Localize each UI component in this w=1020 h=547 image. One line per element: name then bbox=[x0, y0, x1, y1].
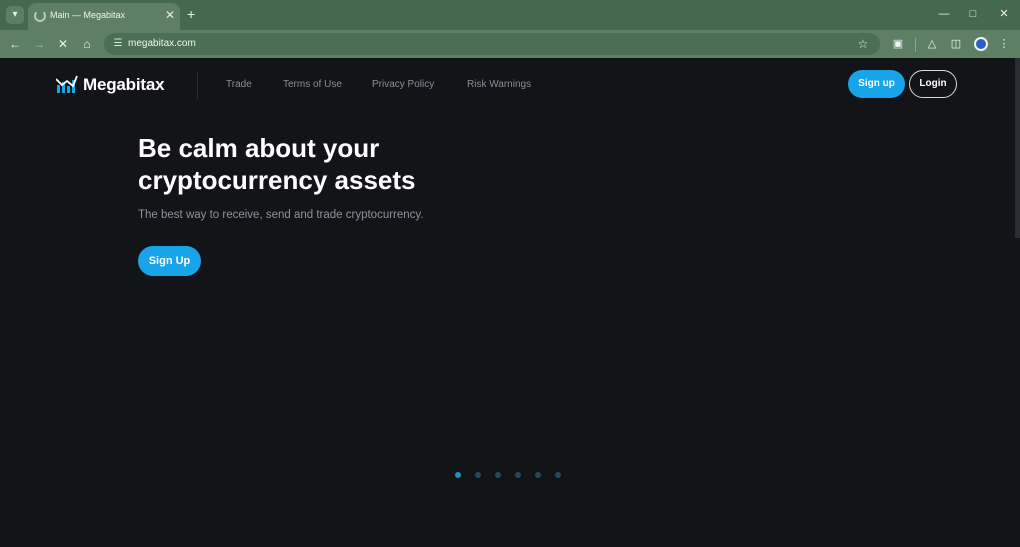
tune-icon[interactable]: ☰ bbox=[110, 36, 126, 52]
hero-signup-button[interactable]: Sign Up bbox=[138, 246, 201, 276]
loading-spinner-icon bbox=[34, 10, 46, 22]
nav-link-trade[interactable]: Trade bbox=[226, 79, 252, 90]
chevron-down-icon[interactable]: ▾ bbox=[6, 6, 24, 24]
more-vertical-icon[interactable]: ⋮ bbox=[995, 35, 1013, 53]
header-signup-button[interactable]: Sign up bbox=[848, 70, 905, 98]
web-page: Megabitax Trade Terms of Use Privacy Pol… bbox=[0, 58, 1020, 547]
close-icon[interactable]: ✕ bbox=[165, 9, 175, 21]
nav-link-privacy-policy[interactable]: Privacy Policy bbox=[372, 79, 434, 90]
carousel-dot[interactable] bbox=[555, 472, 561, 478]
browser-toolbar: ← → ✕ ⌂ ☰ megabitax.com ☆ ▣ △ ◫ ⋮ bbox=[0, 30, 1020, 58]
star-icon[interactable]: ☆ bbox=[855, 36, 871, 52]
home-icon[interactable]: ⌂ bbox=[78, 35, 96, 53]
plus-icon[interactable]: + bbox=[187, 6, 195, 22]
carousel-dot[interactable] bbox=[535, 472, 541, 478]
browser-tab[interactable]: Main — Megabitax ✕ bbox=[28, 3, 180, 30]
brand-logo-icon[interactable] bbox=[56, 74, 78, 94]
flask-icon[interactable]: △ bbox=[923, 35, 941, 53]
nav-link-risk-warnings[interactable]: Risk Warnings bbox=[467, 79, 531, 90]
header-login-button[interactable]: Login bbox=[909, 70, 957, 98]
address-url[interactable]: megabitax.com bbox=[128, 38, 196, 49]
close-icon[interactable]: ✕ bbox=[54, 35, 72, 53]
hero-title-line-2: cryptocurrency assets bbox=[138, 165, 416, 195]
minimize-icon[interactable]: — bbox=[934, 6, 954, 22]
brand-name[interactable]: Megabitax bbox=[83, 75, 165, 95]
browser-tab-bar: ▾ Main — Megabitax ✕ + — □ ✕ bbox=[0, 0, 1020, 30]
header-divider bbox=[197, 71, 198, 99]
carousel-dot[interactable] bbox=[515, 472, 521, 478]
tab-title: Main — Megabitax bbox=[50, 10, 126, 20]
puzzle-icon[interactable]: ▣ bbox=[889, 35, 907, 53]
window-close-icon[interactable]: ✕ bbox=[994, 6, 1014, 22]
carousel-dot[interactable] bbox=[475, 472, 481, 478]
arrow-right-icon[interactable]: → bbox=[30, 35, 48, 53]
hero-title: Be calm about your cryptocurrency assets bbox=[138, 132, 558, 196]
hero-title-line-1: Be calm about your bbox=[138, 133, 380, 163]
carousel-dot[interactable] bbox=[495, 472, 501, 478]
sidebar-icon[interactable]: ◫ bbox=[947, 35, 965, 53]
nav-link-terms-of-use[interactable]: Terms of Use bbox=[283, 79, 342, 90]
carousel-pagination bbox=[455, 472, 575, 480]
page-scrollbar[interactable] bbox=[1015, 58, 1020, 238]
address-bar[interactable]: ☰ megabitax.com ☆ bbox=[104, 33, 880, 55]
hero-subtitle: The best way to receive, send and trade … bbox=[138, 209, 424, 221]
profile-icon[interactable] bbox=[974, 37, 988, 51]
arrow-left-icon[interactable]: ← bbox=[6, 35, 24, 53]
site-header: Megabitax Trade Terms of Use Privacy Pol… bbox=[0, 58, 1020, 112]
maximize-icon[interactable]: □ bbox=[963, 6, 983, 22]
toolbar-separator bbox=[915, 38, 916, 52]
carousel-dot[interactable] bbox=[455, 472, 461, 478]
